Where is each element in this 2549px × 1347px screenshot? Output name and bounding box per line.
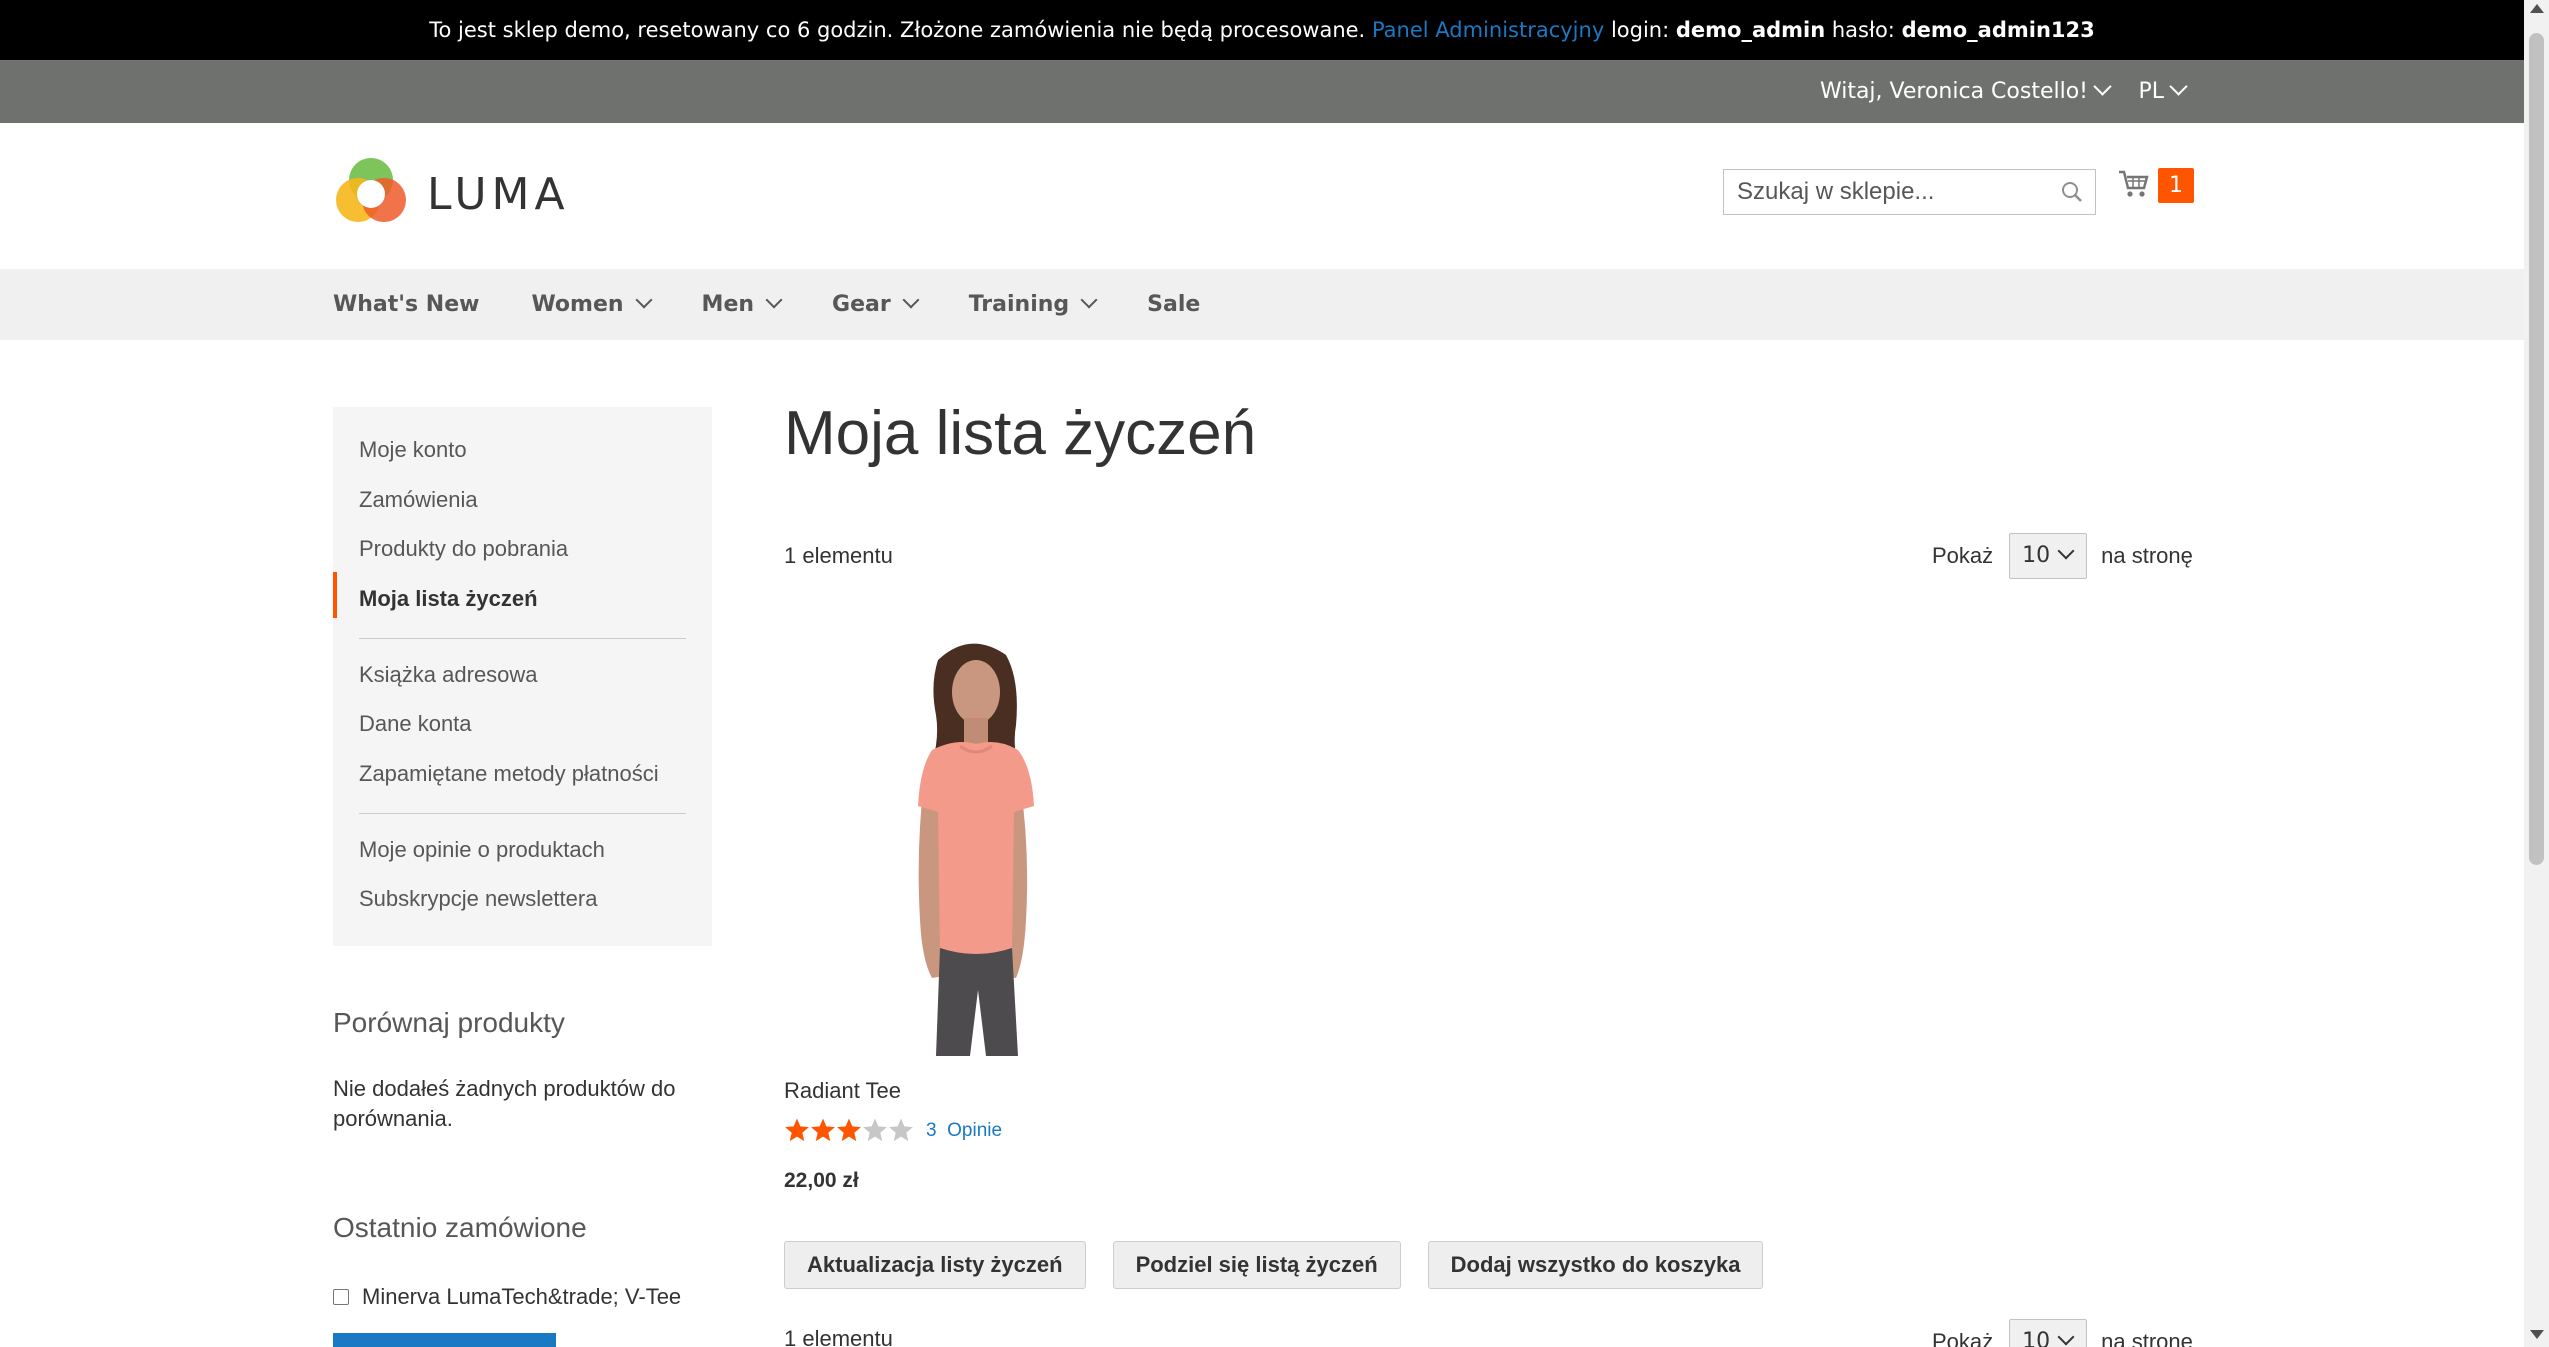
scroll-down-arrow-icon[interactable] xyxy=(2530,1330,2544,1339)
reviews-label: Opinie xyxy=(947,1120,1003,1141)
cart-count-badge: 1 xyxy=(2158,168,2194,203)
star-filled-icon xyxy=(837,1118,861,1142)
limiter-show-label: Pokaż xyxy=(1932,543,1994,568)
demo-notice-bar: To jest sklep demo, resetowany co 6 godz… xyxy=(0,0,2524,60)
nav-label: Sale xyxy=(1147,292,1201,317)
limiter-bottom: Pokaż 10 na stronę xyxy=(1932,1319,2193,1347)
nav-item-gear[interactable]: Gear xyxy=(832,269,920,340)
search-box xyxy=(1723,169,2096,215)
add-all-to-cart-button[interactable]: Dodaj wszystko do koszyka xyxy=(1427,1241,1764,1289)
panel-header: Witaj, Veronica Costello! PL xyxy=(0,60,2524,123)
page-title: Moja lista życzeń xyxy=(784,399,1257,468)
recent-order-item: Minerva LumaTech&trade; V-Tee xyxy=(333,1282,681,1312)
chevron-down-icon xyxy=(765,291,783,309)
toolbar-item-count-bottom: 1 elementu xyxy=(784,1326,893,1347)
scroll-up-arrow-icon[interactable] xyxy=(2530,4,2544,13)
nav-label: Men xyxy=(701,292,755,317)
main-navigation: What's New Women Men Gear Training Sale xyxy=(0,269,2524,340)
search-icon[interactable] xyxy=(2061,181,2083,207)
compare-title: Porównaj produkty xyxy=(333,1007,565,1038)
recent-order-checkbox[interactable] xyxy=(333,1289,349,1305)
logo[interactable]: LUMA xyxy=(333,156,570,232)
chevron-down-icon xyxy=(2057,542,2075,560)
search-input[interactable] xyxy=(1724,170,2047,214)
account-nav-wishlist: Moja lista życzeń xyxy=(359,586,538,611)
star-empty-icon xyxy=(889,1118,913,1142)
limiter-suffix: na stronę xyxy=(2101,1329,2193,1347)
product-rating: 3 Opinie xyxy=(784,1118,1002,1144)
account-nav-address-book[interactable]: Książka adresowa xyxy=(359,662,538,688)
password-label: hasło: xyxy=(1831,18,1895,42)
nav-item-training[interactable]: Training xyxy=(968,269,1098,340)
account-nav-reviews[interactable]: Moje opinie o produktach xyxy=(359,837,605,863)
star-empty-icon xyxy=(863,1118,887,1142)
active-indicator xyxy=(333,572,337,618)
update-wishlist-button[interactable]: Aktualizacja listy życzeń xyxy=(784,1241,1086,1289)
customer-menu-toggle[interactable]: Witaj, Veronica Costello! xyxy=(1819,60,2112,123)
login-value: demo_admin xyxy=(1675,18,1826,42)
chevron-down-icon xyxy=(2093,77,2112,96)
language-label: PL xyxy=(2138,79,2164,104)
per-page-select[interactable]: 10 xyxy=(2009,533,2088,579)
account-nav-downloads[interactable]: Produkty do pobrania xyxy=(359,536,568,562)
nav-label: Gear xyxy=(832,292,891,317)
chevron-down-icon xyxy=(635,291,653,309)
reviews-link[interactable]: 3 Opinie xyxy=(926,1120,1002,1142)
nav-item-women[interactable]: Women xyxy=(531,269,653,340)
product-name-link[interactable]: Radiant Tee xyxy=(784,1078,901,1104)
product-price: 22,00 zł xyxy=(784,1169,859,1192)
product-image[interactable] xyxy=(860,630,1082,1056)
site-header: LUMA 1 xyxy=(0,123,2524,269)
account-nav-my-account[interactable]: Moje konto xyxy=(359,437,467,463)
language-switcher[interactable]: PL xyxy=(2138,60,2188,123)
password-value: demo_admin123 xyxy=(1901,18,2095,42)
recent-order-name[interactable]: Minerva LumaTech&trade; V-Tee xyxy=(362,1282,681,1312)
account-nav-orders[interactable]: Zamówienia xyxy=(359,487,478,513)
rating-stars xyxy=(785,1118,913,1142)
star-filled-icon xyxy=(811,1118,835,1142)
product-photo-tee xyxy=(860,630,1082,1056)
chevron-down-icon xyxy=(902,291,920,309)
chevron-down-icon xyxy=(1080,291,1098,309)
per-page-value: 10 xyxy=(2022,543,2051,568)
login-label: login: xyxy=(1610,18,1670,42)
nav-item-whats-new[interactable]: What's New xyxy=(333,269,479,340)
chevron-down-icon xyxy=(2057,1328,2075,1346)
minicart[interactable]: 1 xyxy=(2118,168,2194,203)
nav-item-men[interactable]: Men xyxy=(701,269,783,340)
cart-icon xyxy=(2118,169,2150,203)
nav-divider xyxy=(359,638,686,639)
limiter-show-label: Pokaż xyxy=(1932,1329,1994,1347)
account-nav-account-info[interactable]: Dane konta xyxy=(359,711,472,737)
limiter: Pokaż 10 na stronę xyxy=(1932,533,2193,579)
account-nav-newsletter[interactable]: Subskrypcje newslettera xyxy=(359,886,597,912)
per-page-select-bottom[interactable]: 10 xyxy=(2009,1319,2088,1347)
compare-empty-text: Nie dodałeś żadnych produktów do porówna… xyxy=(333,1076,676,1131)
luma-logo-icon xyxy=(336,158,406,222)
share-wishlist-button[interactable]: Podziel się listą życzeń xyxy=(1112,1241,1401,1289)
chevron-down-icon xyxy=(2169,77,2188,96)
add-to-cart-recent-button[interactable] xyxy=(333,1333,556,1347)
admin-panel-link[interactable]: Panel Administracyjny xyxy=(1372,18,1604,42)
account-nav-payment-methods[interactable]: Zapamiętane metody płatności xyxy=(359,761,659,787)
nav-label: What's New xyxy=(333,292,480,317)
nav-label: Training xyxy=(968,292,1070,317)
wishlist-actions: Aktualizacja listy życzeń Podziel się li… xyxy=(784,1241,1764,1289)
per-page-value: 10 xyxy=(2022,1329,2051,1347)
nav-divider xyxy=(359,813,686,814)
toolbar-item-count: 1 elementu xyxy=(784,543,893,568)
nav-item-sale[interactable]: Sale xyxy=(1147,269,1200,340)
logo-text: LUMA xyxy=(427,168,570,220)
recent-orders-title: Ostatnio zamówione xyxy=(333,1212,587,1243)
limiter-suffix: na stronę xyxy=(2101,543,2193,568)
account-navigation: Moje konto Zamówienia Produkty do pobran… xyxy=(333,407,712,946)
customer-greeting: Witaj, Veronica Costello! xyxy=(1819,79,2088,104)
nav-label: Women xyxy=(531,292,624,317)
reviews-count: 3 xyxy=(926,1120,937,1141)
demo-notice-text: To jest sklep demo, resetowany co 6 godz… xyxy=(429,18,1366,42)
scrollbar-thumb[interactable] xyxy=(2529,33,2544,865)
star-filled-icon xyxy=(785,1118,809,1142)
